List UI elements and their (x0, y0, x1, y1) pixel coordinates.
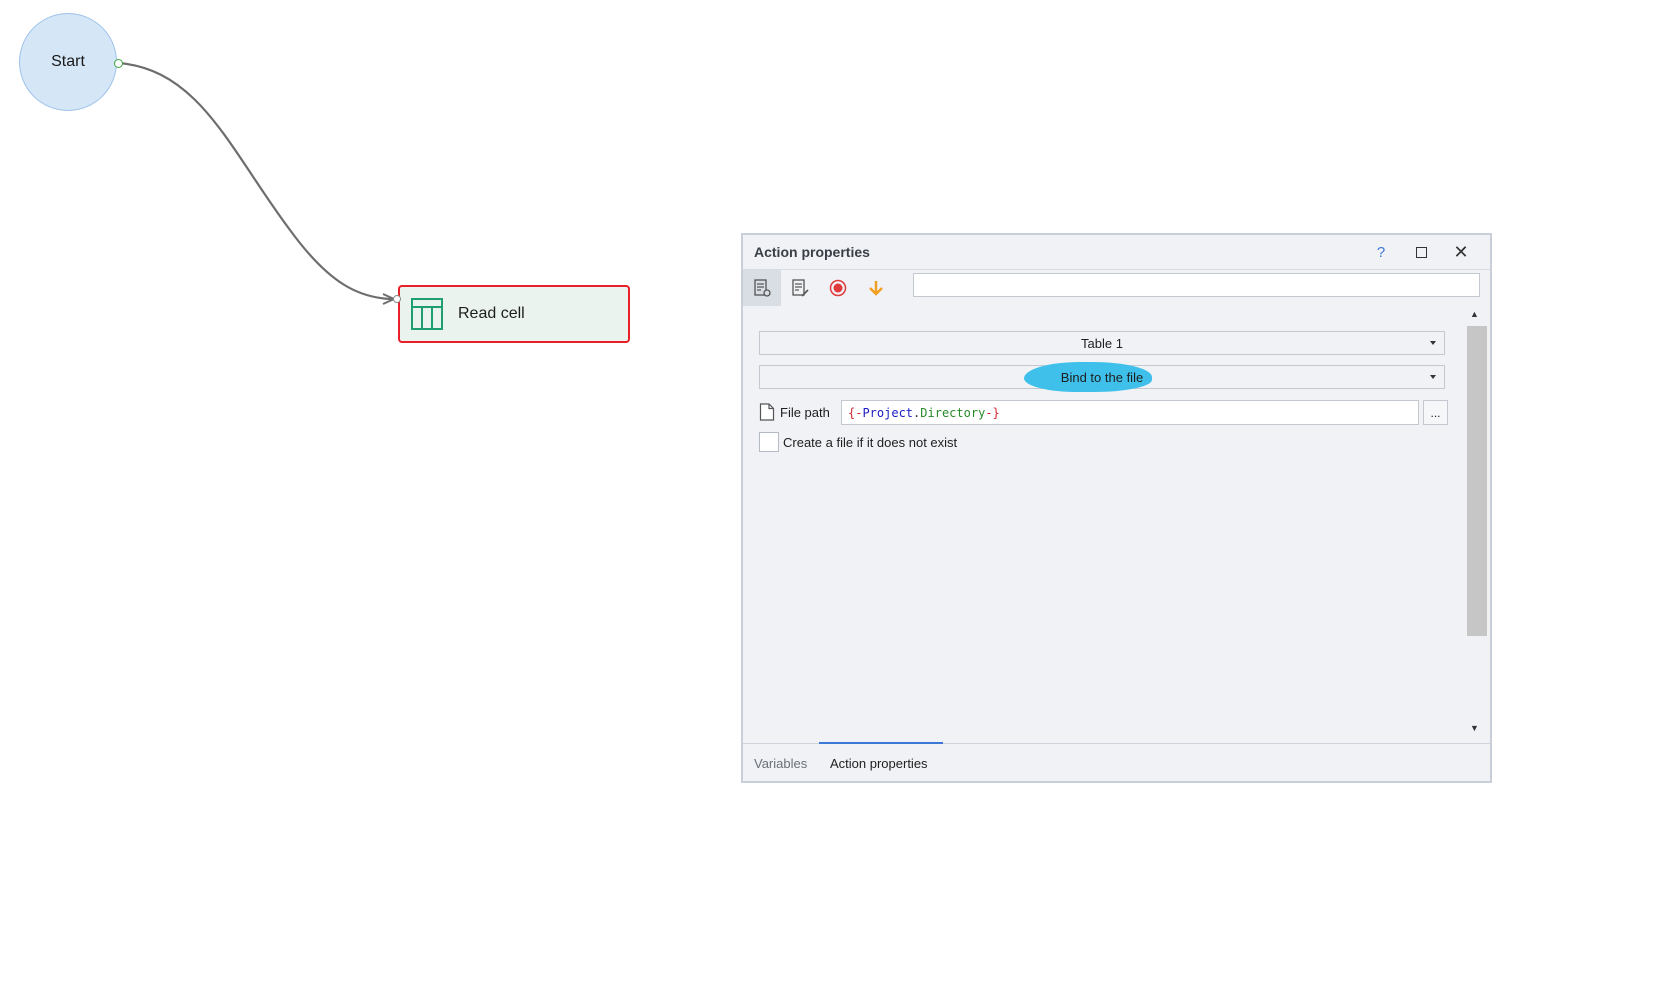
action-search-input[interactable] (913, 273, 1480, 297)
record-icon (829, 279, 847, 297)
create-file-checkbox[interactable] (759, 432, 779, 452)
help-button[interactable]: ? (1371, 242, 1391, 262)
arrow-down-icon (869, 281, 883, 296)
active-tab-indicator (819, 742, 943, 744)
properties-settings-button[interactable] (743, 270, 781, 306)
chevron-down-icon (1430, 375, 1436, 379)
action-properties-panel: Action properties ? ✕ Table 1 Bind to th… (741, 233, 1492, 783)
properties-settings-icon (754, 279, 771, 297)
start-output-port[interactable] (114, 59, 123, 68)
path-token: -} (985, 405, 1000, 420)
edit-properties-icon (792, 279, 809, 297)
panel-title: Action properties (754, 244, 870, 260)
table-select[interactable]: Table 1 (759, 331, 1445, 355)
chevron-down-icon (1430, 341, 1436, 345)
scrollbar-thumb[interactable] (1467, 326, 1487, 636)
path-token: Directory (920, 405, 986, 420)
move-down-button[interactable] (857, 270, 895, 306)
tab-variables[interactable]: Variables (754, 756, 807, 771)
maximize-button[interactable] (1411, 242, 1431, 262)
path-token: {- (848, 405, 863, 420)
file-path-row: File path {- Project. Directory -} ... (759, 400, 1461, 426)
file-path-label: File path (780, 405, 830, 420)
path-token: Project (862, 405, 914, 420)
panel-header: Action properties ? ✕ (743, 235, 1490, 270)
tab-action-properties[interactable]: Action properties (830, 756, 928, 771)
bind-mode-value: Bind to the file (1060, 369, 1144, 385)
file-icon (759, 403, 775, 421)
close-button[interactable]: ✕ (1451, 242, 1471, 262)
vertical-scrollbar[interactable]: ▲ ▼ (1465, 306, 1487, 736)
read-cell-action-node[interactable]: Read cell (398, 285, 630, 343)
file-path-input[interactable]: {- Project. Directory -} (841, 400, 1419, 425)
scroll-down-icon[interactable]: ▼ (1470, 723, 1479, 733)
maximize-icon (1415, 246, 1427, 258)
record-button[interactable] (819, 270, 857, 306)
start-node[interactable]: Start (19, 13, 117, 111)
action-input-port[interactable] (393, 295, 401, 303)
panel-tabs: Variables Action properties (743, 742, 1490, 781)
table-select-value: Table 1 (1081, 335, 1123, 351)
bind-mode-select[interactable]: Bind to the file (759, 362, 1445, 392)
path-token: . (913, 405, 921, 420)
browse-file-button[interactable]: ... (1423, 400, 1448, 425)
start-node-label: Start (51, 53, 85, 70)
create-file-label: Create a file if it does not exist (783, 435, 958, 450)
edit-properties-button[interactable] (781, 270, 819, 306)
table-icon (411, 298, 443, 330)
scroll-up-icon[interactable]: ▲ (1470, 309, 1479, 319)
action-node-label: Read cell (458, 305, 525, 322)
